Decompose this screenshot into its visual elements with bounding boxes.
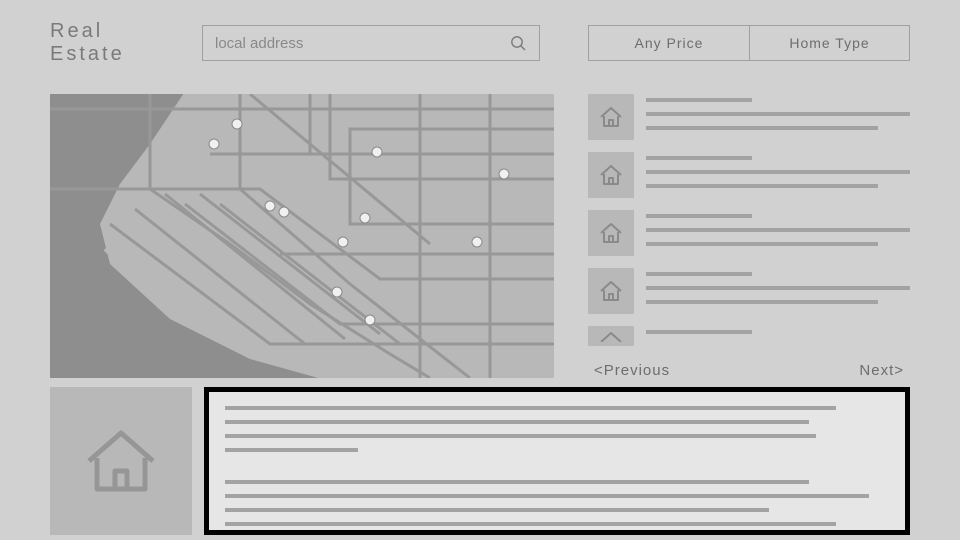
map-panel[interactable] <box>50 94 554 378</box>
prev-button[interactable]: <Previous <box>594 362 670 379</box>
search-box[interactable] <box>202 25 540 61</box>
list-item[interactable] <box>588 210 910 256</box>
main: <Previous Next> <box>0 66 960 379</box>
next-button[interactable]: Next> <box>859 362 904 379</box>
header: Real Estate Any Price Home Type <box>0 0 960 66</box>
house-icon <box>588 268 634 314</box>
brand-title: Real Estate <box>50 20 154 66</box>
list-item[interactable] <box>588 94 910 140</box>
list-item[interactable] <box>588 326 910 346</box>
house-icon <box>588 326 634 346</box>
filter-home-type[interactable]: Home Type <box>749 26 909 60</box>
filter-price[interactable]: Any Price <box>589 26 749 60</box>
house-icon <box>588 210 634 256</box>
list-item-text <box>646 94 910 140</box>
detail-panel <box>50 387 910 535</box>
detail-content[interactable] <box>204 387 910 535</box>
list-item-text <box>646 210 910 256</box>
pager: <Previous Next> <box>588 362 910 379</box>
filter-group: Any Price Home Type <box>588 25 910 61</box>
results-list: <Previous Next> <box>588 94 910 379</box>
list-item[interactable] <box>588 152 910 198</box>
list-item[interactable] <box>588 268 910 314</box>
house-icon <box>588 94 634 140</box>
detail-house-icon <box>50 387 192 535</box>
search-input[interactable] <box>215 35 510 52</box>
search-icon[interactable] <box>510 35 527 52</box>
list-item-text <box>646 152 910 198</box>
list-item-text <box>646 268 910 314</box>
house-icon <box>588 152 634 198</box>
list-item-text <box>646 326 910 346</box>
